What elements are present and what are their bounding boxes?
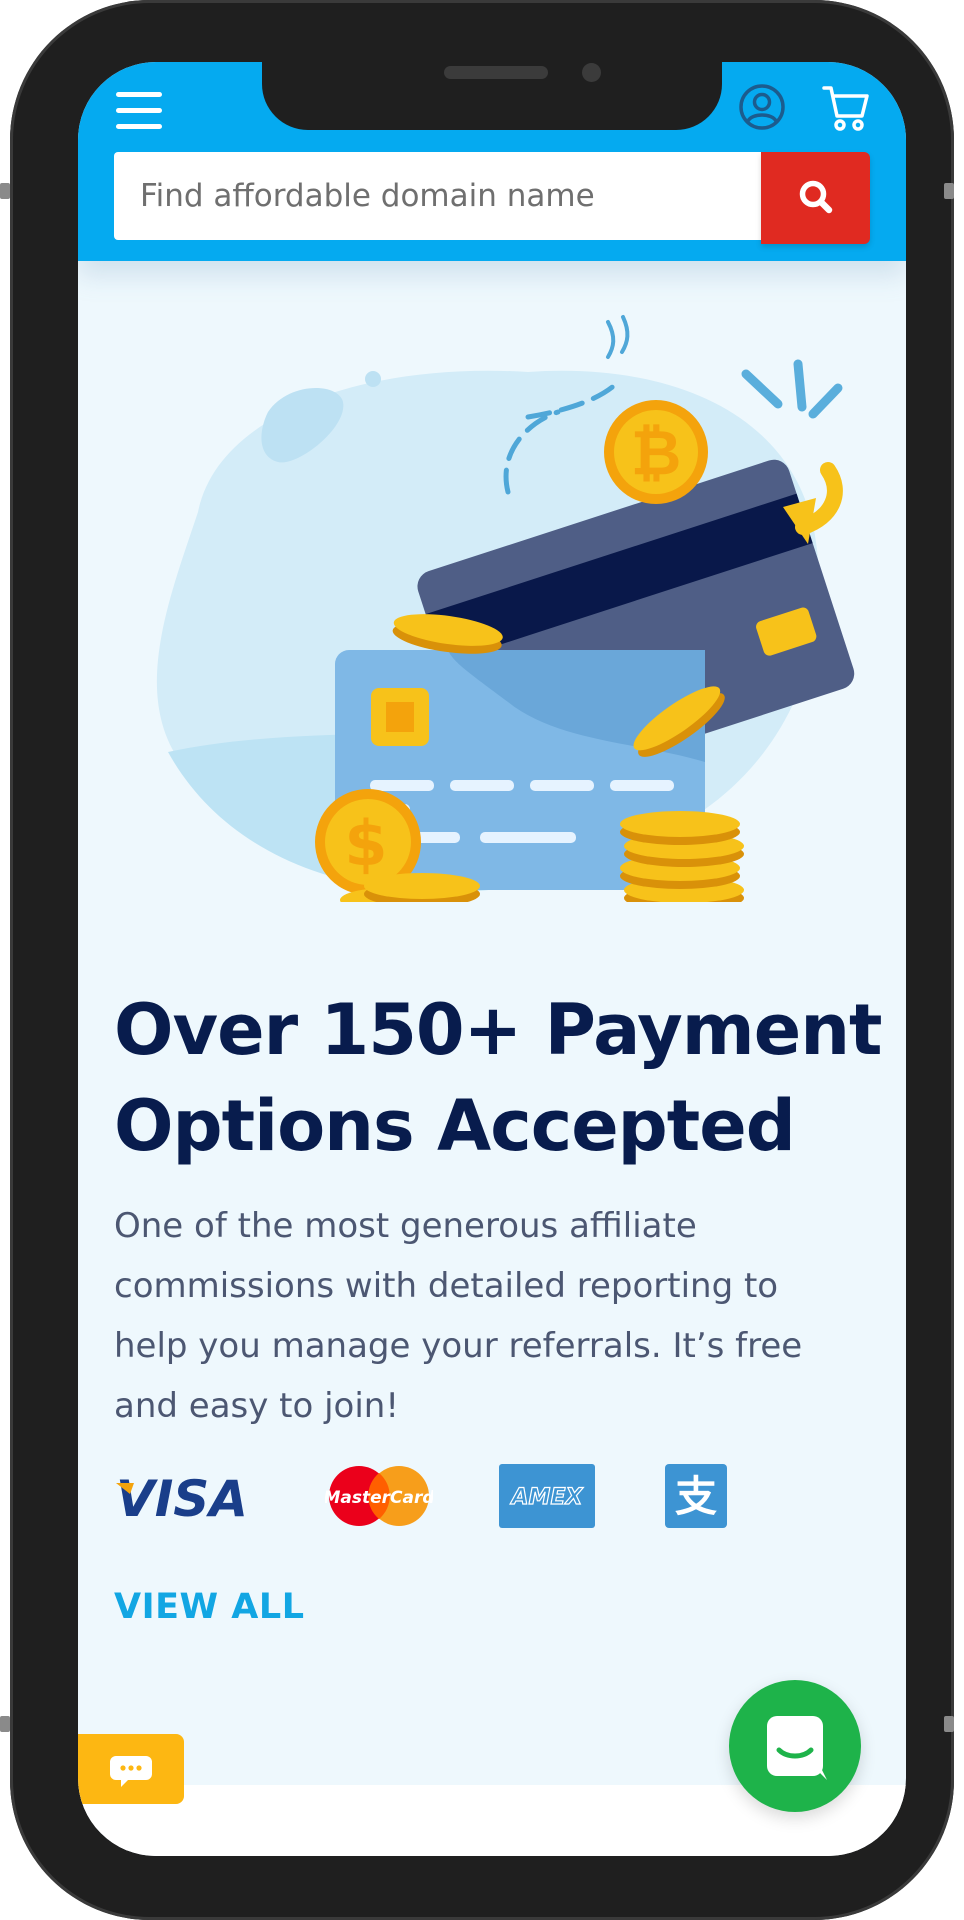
amex-logo-text: AMEX [510, 1485, 584, 1510]
account-icon[interactable] [738, 83, 786, 131]
chat-icon [767, 1716, 827, 1780]
speaker-grille [444, 66, 548, 79]
phone-notch [262, 62, 722, 130]
mastercard-logo-text: MasterCard [325, 1488, 433, 1508]
visa-logo-text: VISA [116, 1470, 248, 1526]
chat-launcher-button[interactable] [729, 1680, 861, 1812]
domain-search-input[interactable] [114, 152, 761, 240]
credit-cards-and-coins-illustration: ₿ $ [156, 315, 855, 902]
cart-icon[interactable] [822, 82, 870, 132]
visa-logo: VISA [116, 1470, 248, 1526]
page-headline: Over 150+ Payment Options Accepted [114, 989, 883, 1167]
alipay-logo-text: 支 [675, 1472, 717, 1521]
svg-text:$: $ [344, 807, 387, 880]
phone-side-button [944, 183, 954, 199]
phone-side-button [0, 1716, 10, 1732]
speech-bubble-icon [110, 1756, 152, 1787]
menu-icon[interactable] [116, 92, 162, 130]
front-camera [582, 63, 601, 82]
feedback-button[interactable] [78, 1734, 184, 1804]
svg-text:₿: ₿ [631, 416, 682, 489]
phone-side-button [0, 183, 10, 199]
phone-frame: ₿ $ [0, 0, 954, 1920]
search-icon [799, 180, 832, 213]
phone-side-button [944, 1716, 954, 1732]
hero-description: One of the most generous affiliate commi… [114, 1206, 803, 1426]
mastercard-logo: MasterCard [325, 1466, 433, 1526]
amex-logo: AMEX [499, 1464, 595, 1528]
view-all-link[interactable]: VIEW ALL [114, 1587, 305, 1627]
search-button[interactable] [761, 152, 870, 244]
phone-screen: ₿ $ [78, 62, 906, 1856]
alipay-logo: 支 [665, 1464, 727, 1528]
